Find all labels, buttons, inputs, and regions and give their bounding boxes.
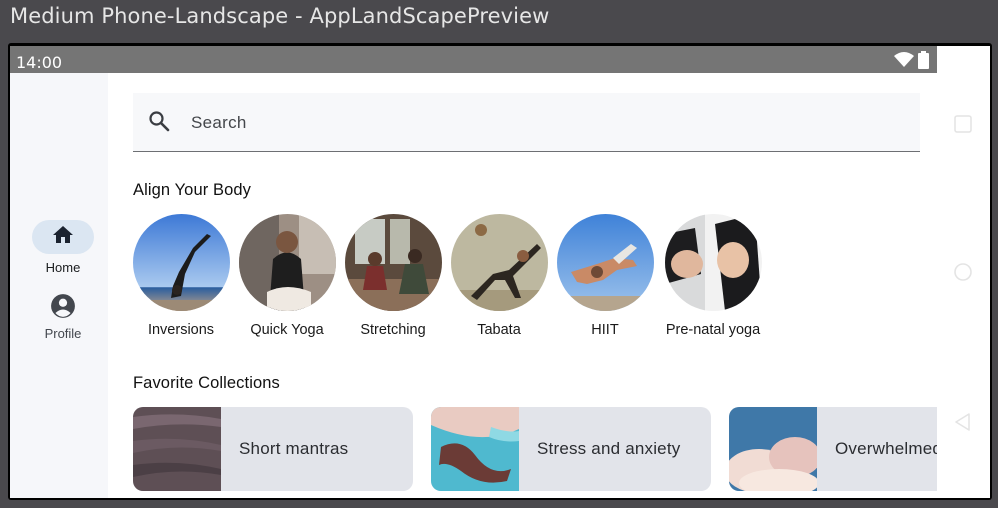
section-title-align: Align Your Body — [133, 181, 252, 199]
search-icon — [147, 109, 171, 138]
home-button[interactable] — [953, 262, 973, 287]
collection-label: Overwhelmed — [835, 439, 943, 458]
align-item-quick-yoga[interactable]: Quick Yoga — [234, 214, 340, 338]
prenatal-yoga-image — [664, 214, 762, 311]
align-label: Quick Yoga — [250, 322, 324, 338]
overwhelmed-image — [729, 407, 817, 491]
align-item-stretching[interactable]: Stretching — [340, 214, 446, 338]
align-item-prenatal-yoga[interactable]: Pre-natal yoga — [658, 214, 768, 338]
rail-item-profile[interactable]: Profile — [10, 293, 116, 341]
status-bar: 14:00 — [10, 46, 937, 73]
align-label: Inversions — [147, 322, 215, 338]
collection-label: Short mantras — [239, 439, 349, 458]
navigation-rail: Home Profile — [10, 73, 108, 498]
back-button[interactable] — [953, 412, 973, 437]
hiit-image — [556, 214, 654, 311]
rail-label-profile: Profile — [44, 326, 82, 341]
inversions-image — [132, 214, 230, 311]
stretching-image — [344, 214, 442, 311]
status-time: 14:00 — [16, 53, 63, 72]
search-placeholder: Search — [191, 113, 247, 132]
window-title: Medium Phone-Landscape - AppLandScapePre… — [10, 4, 550, 28]
short-mantras-image — [133, 407, 221, 491]
align-item-hiit[interactable]: HIIT — [552, 214, 658, 338]
align-item-tabata[interactable]: Tabata — [446, 214, 552, 338]
collection-card-short-mantras[interactable]: Short mantras — [133, 407, 413, 491]
align-label: Tabata — [477, 322, 521, 338]
search-field[interactable]: Search — [133, 93, 920, 152]
align-label: Pre-natal yoga — [665, 322, 761, 338]
account-icon — [50, 293, 76, 324]
system-navigation-bar — [937, 46, 990, 498]
app-content: Home Profile Search Align Your Body Inve… — [10, 73, 990, 498]
rail-label-home: Home — [45, 260, 81, 275]
align-label: HIIT — [591, 322, 619, 338]
rail-item-home[interactable]: Home — [10, 220, 116, 275]
align-label: Stretching — [360, 322, 426, 338]
quick-yoga-image — [238, 214, 336, 311]
collection-label: Stress and anxiety — [537, 439, 681, 458]
align-item-inversions[interactable]: Inversions — [128, 214, 234, 338]
collection-card-stress-anxiety[interactable]: Stress and anxiety — [431, 407, 711, 491]
battery-icon — [918, 51, 929, 74]
section-title-favorites: Favorite Collections — [133, 374, 280, 392]
main-content: Search Align Your Body Inversions Quick … — [108, 73, 990, 498]
tabata-image — [450, 214, 548, 311]
wifi-icon — [894, 52, 914, 73]
home-icon — [51, 223, 75, 252]
stress-anxiety-image — [431, 407, 519, 491]
recents-button[interactable] — [953, 114, 973, 139]
rail-indicator — [32, 220, 94, 254]
device-screen: 14:00 Home Profile Search Align Your Bod… — [10, 46, 990, 498]
